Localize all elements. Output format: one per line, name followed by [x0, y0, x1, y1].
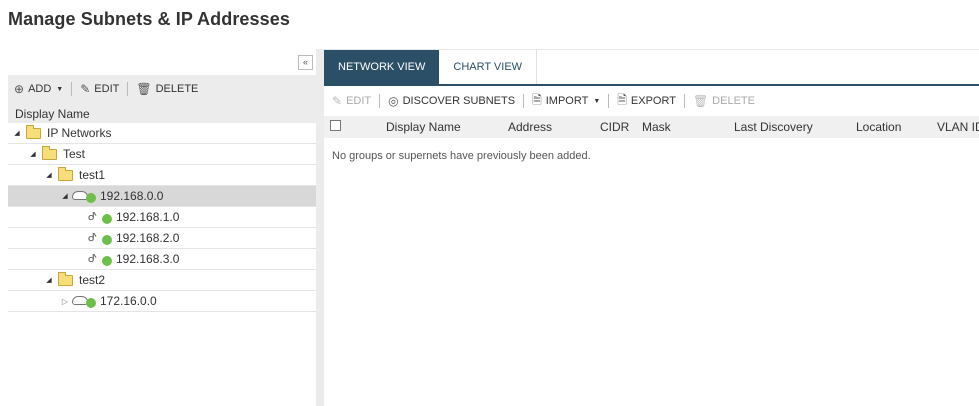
plus-circle-icon: ⊕: [14, 82, 25, 96]
tree-node-label: 192.168.2.0: [116, 231, 180, 245]
tree-node-192-168-2-0[interactable]: ᕷ 192.168.2.0: [8, 228, 316, 249]
tree-node-label: 172.16.0.0: [100, 294, 157, 308]
discover-subnets-button[interactable]: ◎ DISCOVER SUBNETS: [388, 94, 515, 108]
toolbar-divider: [379, 94, 381, 108]
select-all-checkbox[interactable]: [330, 120, 341, 131]
tree-node-label: 192.168.1.0: [116, 210, 180, 224]
tree-node-label: 192.168.0.0: [100, 189, 164, 203]
discover-label: DISCOVER SUBNETS: [402, 95, 516, 107]
tree-node-label: test2: [79, 273, 106, 287]
export-label: EXPORT: [630, 95, 676, 107]
trash-icon: 🗑: [136, 82, 152, 96]
tree-node-test1[interactable]: ◢ test1: [8, 165, 316, 186]
subnet-icon: ᕷ: [88, 252, 112, 266]
tree-node-label: test1: [79, 168, 106, 182]
toolbar-divider: [608, 94, 610, 108]
folder-icon: [26, 124, 41, 139]
add-button[interactable]: ⊕ ADD ▼: [14, 82, 63, 96]
supernet-cloud-icon: [72, 189, 96, 203]
tree-node-192-168-1-0[interactable]: ᕷ 192.168.1.0: [8, 207, 316, 228]
status-up-dot-icon: [102, 256, 112, 266]
discover-icon: ◎: [388, 94, 399, 108]
tree-node-192-168-3-0[interactable]: ᕷ 192.168.3.0: [8, 249, 316, 270]
pencil-icon: ✎: [80, 82, 91, 96]
tree-column-header: Display Name: [8, 103, 316, 123]
page-title: Manage Subnets & IP Addresses: [8, 9, 290, 29]
edit-label: EDIT: [346, 95, 372, 107]
grid-column-headers: Display Name Address CIDR Mask Last Disc…: [324, 116, 979, 138]
status-up-dot-icon: [86, 298, 96, 308]
tree-toolbar: ⊕ ADD ▼ ✎ EDIT 🗑 DELETE: [8, 75, 316, 103]
folder-icon: [58, 166, 73, 181]
toolbar-divider: [127, 82, 129, 96]
export-document-icon: 🗎: [617, 92, 627, 107]
tree-node-label: IP Networks: [47, 126, 112, 140]
subnet-icon: ᕷ: [88, 231, 112, 245]
column-cidr[interactable]: CIDR: [600, 120, 629, 134]
tree-node-test[interactable]: ◢ Test: [8, 144, 316, 165]
caret-down-icon: ▼: [593, 97, 601, 105]
import-button[interactable]: 🗎 IMPORT ▼: [532, 91, 600, 112]
edit-label: EDIT: [94, 83, 120, 95]
caret-down-icon: ▼: [56, 85, 64, 93]
collapse-toggle-icon[interactable]: ▷: [60, 297, 70, 306]
import-label: IMPORT: [545, 95, 589, 107]
column-display-name[interactable]: Display Name: [386, 120, 461, 134]
delete-label: DELETE: [712, 95, 755, 107]
tree-node-label: Test: [63, 147, 86, 161]
export-button[interactable]: 🗎 EXPORT: [617, 91, 676, 112]
view-tabs: NETWORK VIEW CHART VIEW: [324, 49, 979, 86]
delete-button-disabled[interactable]: 🗑 DELETE: [693, 94, 755, 108]
tree-node-172-16-0-0[interactable]: ▷ 172.16.0.0: [8, 291, 316, 312]
expand-toggle-icon[interactable]: ◢: [44, 276, 54, 284]
column-vlan-id[interactable]: VLAN ID: [937, 120, 979, 134]
toolbar-divider: [683, 94, 685, 108]
column-mask[interactable]: Mask: [642, 120, 671, 134]
tree-node-ip-networks[interactable]: ◢ IP Networks: [8, 123, 316, 144]
edit-button-disabled[interactable]: ✎ EDIT: [332, 94, 371, 108]
right-panel: NETWORK VIEW CHART VIEW ✎ EDIT ◎ DISCOVE…: [324, 49, 979, 406]
expand-toggle-icon[interactable]: ◢: [44, 171, 54, 179]
empty-grid-message: No groups or supernets have previously b…: [332, 150, 591, 162]
toolbar-divider: [71, 82, 73, 96]
delete-label: DELETE: [155, 83, 199, 95]
column-location[interactable]: Location: [856, 120, 901, 134]
grid-toolbar: ✎ EDIT ◎ DISCOVER SUBNETS 🗎 IMPORT ▼ 🗎 E…: [324, 86, 979, 116]
expand-toggle-icon[interactable]: ◢: [60, 192, 70, 200]
subnet-icon: ᕷ: [88, 210, 112, 224]
status-up-dot-icon: [102, 235, 112, 245]
column-last-discovery[interactable]: Last Discovery: [734, 120, 813, 134]
expand-toggle-icon[interactable]: ◢: [12, 129, 22, 137]
add-label: ADD: [28, 83, 52, 95]
tree-node-label: 192.168.3.0: [116, 252, 180, 266]
left-panel: « ⊕ ADD ▼ ✎ EDIT 🗑 DELETE Display Name ◢…: [8, 49, 324, 406]
left-panel-top: «: [8, 49, 316, 75]
toolbar-divider: [523, 94, 525, 108]
expand-toggle-icon[interactable]: ◢: [28, 150, 38, 158]
tree-node-192-168-0-0[interactable]: ◢ 192.168.0.0: [8, 186, 316, 207]
tab-chart-view[interactable]: CHART VIEW: [439, 50, 538, 84]
status-up-dot-icon: [86, 193, 96, 203]
pencil-icon: ✎: [332, 94, 343, 108]
trash-icon: 🗑: [692, 94, 709, 108]
edit-button[interactable]: ✎ EDIT: [80, 82, 119, 96]
delete-button[interactable]: 🗑 DELETE: [136, 82, 198, 96]
tab-network-view[interactable]: NETWORK VIEW: [324, 50, 440, 84]
supernet-cloud-icon: [72, 294, 96, 308]
status-up-dot-icon: [102, 214, 112, 224]
tree-node-test2[interactable]: ◢ test2: [8, 270, 316, 291]
column-address[interactable]: Address: [508, 120, 552, 134]
folder-icon: [58, 271, 73, 286]
collapse-panel-button[interactable]: «: [298, 55, 313, 70]
folder-icon: [42, 145, 57, 160]
import-document-icon: 🗎: [532, 92, 542, 107]
